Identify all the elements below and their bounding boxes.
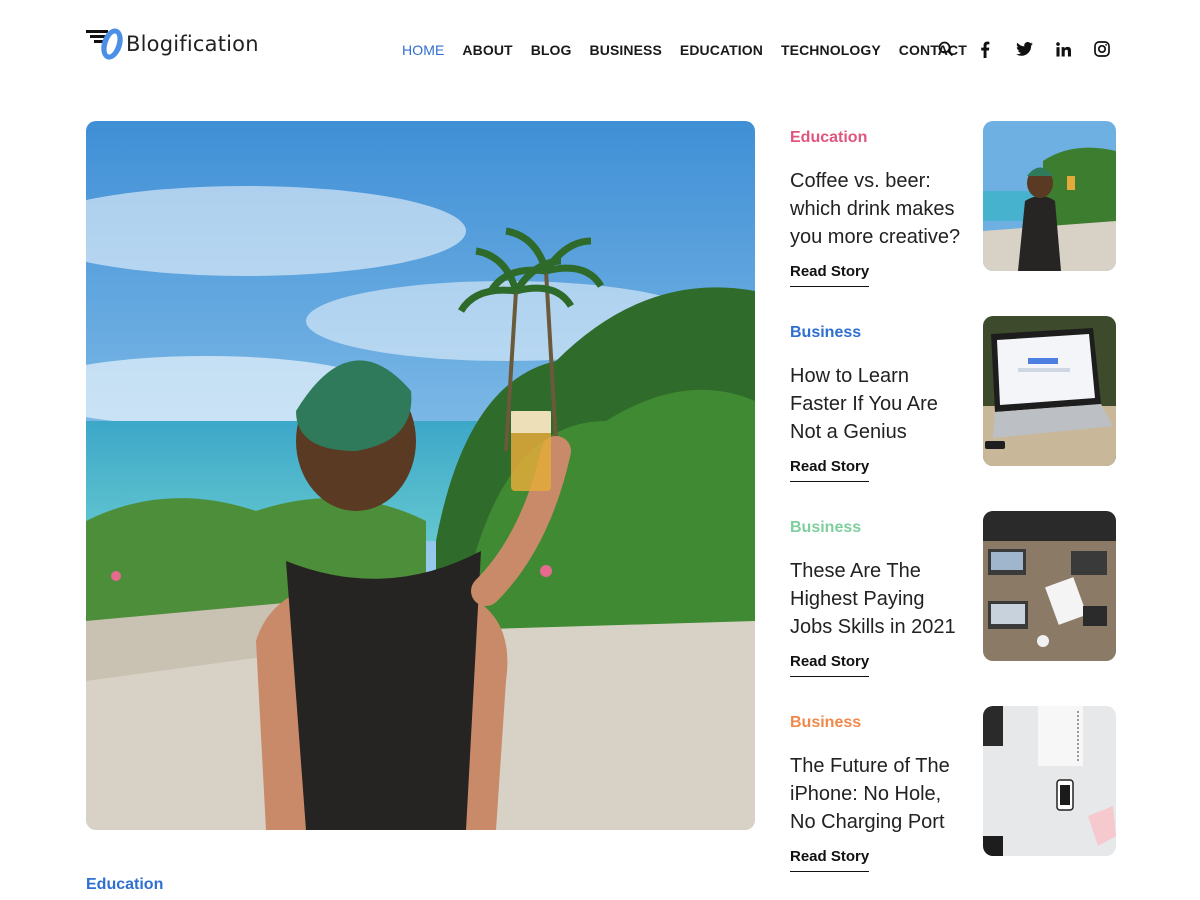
read-story-link[interactable]: Read Story <box>790 848 870 872</box>
post-thumbnail[interactable] <box>983 706 1116 856</box>
laptop-photo <box>983 316 1116 466</box>
post-card: Business The Future of The iPhone: No Ho… <box>790 706 1116 876</box>
post-category[interactable]: Business <box>790 519 861 537</box>
phone-photo <box>983 706 1116 856</box>
read-story-link[interactable]: Read Story <box>790 458 870 482</box>
nav-item-technology[interactable]: TECHNOLOGY <box>781 42 881 58</box>
logo-icon <box>86 24 124 64</box>
nav-item-education[interactable]: EDUCATION <box>680 42 763 58</box>
meeting-photo <box>983 511 1116 661</box>
instagram-icon[interactable] <box>1092 38 1112 60</box>
linkedin-icon[interactable] <box>1053 38 1073 60</box>
post-card: Education Coffee vs. beer: which drink m… <box>790 121 1116 291</box>
read-story-link[interactable]: Read Story <box>790 653 870 677</box>
nav-item-business[interactable]: BUSINESS <box>590 42 662 58</box>
post-title[interactable]: How to Learn Faster If You Are Not a Gen… <box>790 362 970 446</box>
post-title[interactable]: Coffee vs. beer: which drink makes you m… <box>790 167 970 251</box>
hero-image[interactable] <box>86 121 755 830</box>
post-title[interactable]: These Are The Highest Paying Jobs Skills… <box>790 557 970 641</box>
nav-item-about[interactable]: ABOUT <box>462 42 512 58</box>
nav-item-blog[interactable]: BLOG <box>531 42 572 58</box>
post-card: Business These Are The Highest Paying Jo… <box>790 511 1116 681</box>
post-category[interactable]: Education <box>790 129 867 147</box>
read-story-link[interactable]: Read Story <box>790 263 870 287</box>
post-thumbnail[interactable] <box>983 121 1116 271</box>
beach-photo <box>86 121 755 830</box>
post-thumbnail[interactable] <box>983 511 1116 661</box>
site-name: Blogification <box>126 32 259 56</box>
search-icon[interactable] <box>936 38 956 60</box>
nav-item-home[interactable]: HOME <box>402 42 444 58</box>
header-icons <box>936 38 1131 60</box>
post-category[interactable]: Business <box>790 714 861 732</box>
beach-photo <box>983 121 1116 271</box>
post-card: Business How to Learn Faster If You Are … <box>790 316 1116 486</box>
post-title[interactable]: The Future of The iPhone: No Hole, No Ch… <box>790 752 970 836</box>
post-thumbnail[interactable] <box>983 316 1116 466</box>
main-nav: HOME ABOUT BLOG BUSINESS EDUCATION TECHN… <box>402 42 985 58</box>
post-category[interactable]: Business <box>790 324 861 342</box>
facebook-icon[interactable] <box>975 38 995 60</box>
site-logo[interactable]: Blogification <box>86 24 259 64</box>
twitter-icon[interactable] <box>1014 38 1034 60</box>
hero-category[interactable]: Education <box>86 876 163 894</box>
